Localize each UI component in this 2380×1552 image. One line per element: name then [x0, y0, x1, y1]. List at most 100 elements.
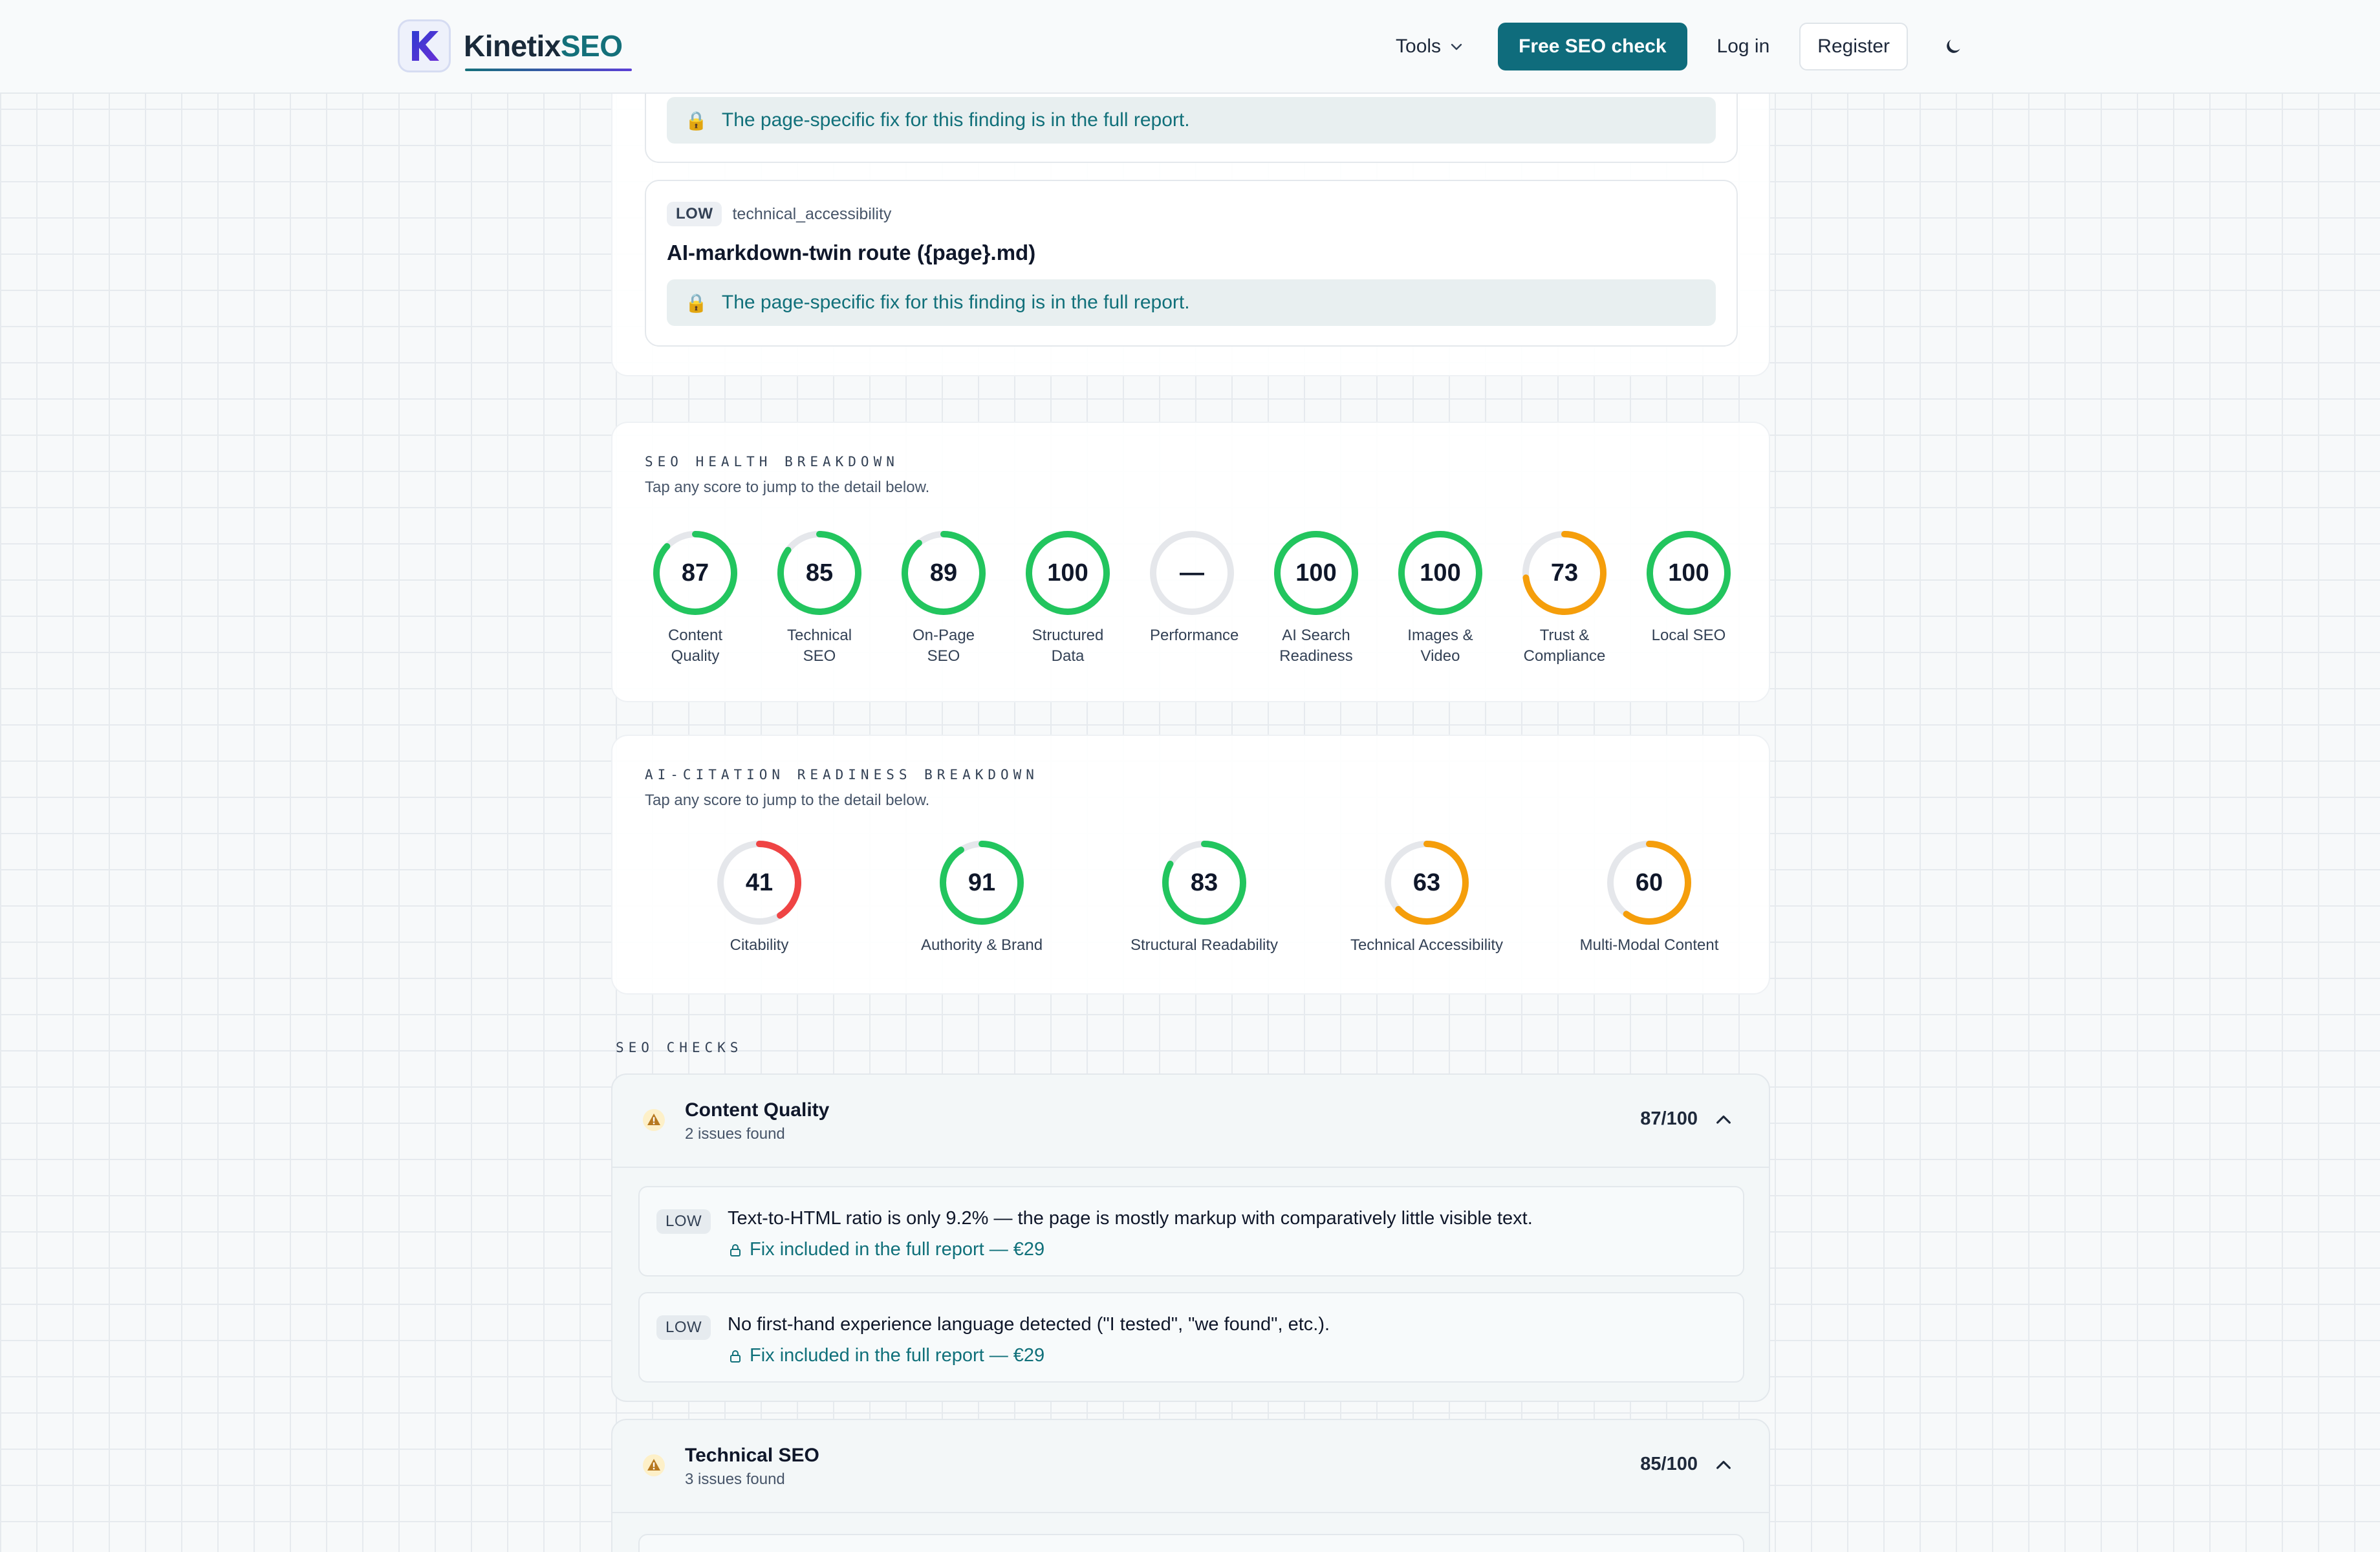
- score-label: Trust & Compliance: [1523, 627, 1606, 665]
- tools-menu[interactable]: Tools: [1396, 36, 1464, 58]
- score-ring-item[interactable]: 63 Technical Accessibility: [1315, 839, 1538, 956]
- moon-icon: [1947, 39, 1960, 53]
- severity-badge: LOW: [667, 202, 722, 226]
- score-value: 87: [681, 559, 709, 587]
- issue-item: LOW Text-to-HTML ratio is only 9.2% — th…: [638, 1186, 1744, 1277]
- score-label: Performance: [1150, 627, 1239, 644]
- check-group-header[interactable]: Technical SEO 3 issues found 85/100: [612, 1420, 1769, 1512]
- score-ring: 63: [1383, 839, 1470, 926]
- score-ring: 85: [776, 530, 863, 616]
- score-label: Multi-Modal Content: [1579, 936, 1719, 954]
- brand-name: KinetixSEO: [464, 28, 632, 71]
- score-value: 73: [1550, 559, 1579, 587]
- score-ring-item[interactable]: 85 Technical SEO: [757, 530, 882, 667]
- issue-item: LOW No first-hand experience language de…: [638, 1292, 1744, 1383]
- score-ring: 87: [652, 530, 739, 616]
- check-group-score: 87/100: [1640, 1108, 1698, 1129]
- issue-description: Text-to-HTML ratio is only 9.2% — the pa…: [728, 1208, 1533, 1229]
- chevron-down-icon: [1451, 43, 1462, 50]
- brand-name-part2: SEO: [560, 29, 623, 63]
- score-ring-item[interactable]: 100 Local SEO: [1627, 530, 1751, 667]
- free-seo-check-button[interactable]: Free SEO check: [1498, 23, 1687, 70]
- score-label: Technical SEO: [786, 627, 852, 665]
- score-ring-item[interactable]: 83 Structural Readability: [1093, 839, 1315, 956]
- score-ring-item[interactable]: 91 Authority & Brand: [871, 839, 1093, 956]
- check-group-issue-count: 3 issues found: [685, 1471, 785, 1488]
- finding-item: LOW technical_accessibility AI-markdown-…: [645, 180, 1738, 347]
- score-ring-item[interactable]: — Performance: [1130, 530, 1254, 667]
- score-label: Local SEO: [1651, 627, 1726, 644]
- ai-citation-breakdown-card: AI-CITATION READINESS BREAKDOWN Tap any …: [611, 735, 1770, 995]
- score-value: 100: [1047, 559, 1088, 587]
- dark-mode-toggle[interactable]: [1934, 27, 1973, 66]
- score-ring-item[interactable]: 87 Content Quality: [633, 530, 757, 667]
- score-label: Content Quality: [667, 627, 723, 665]
- fix-upsell-text: Fix included in the full report — €29: [750, 1345, 1045, 1366]
- fix-upsell-link[interactable]: Fix included in the full report — €29: [728, 1239, 1044, 1260]
- score-ring-item[interactable]: 89 On-Page SEO: [882, 530, 1006, 667]
- score-label: Citability: [730, 936, 789, 954]
- score-ring: 100: [1273, 530, 1359, 616]
- tools-menu-label: Tools: [1396, 36, 1442, 57]
- divider: [612, 1512, 1769, 1513]
- score-value: 63: [1412, 868, 1441, 896]
- score-ring: 41: [716, 839, 803, 926]
- score-label: On-Page SEO: [912, 627, 975, 665]
- logo-mark-icon: [398, 19, 451, 72]
- score-ring: 100: [1024, 530, 1111, 616]
- finding-category: technical_accessibility: [732, 204, 892, 223]
- score-value: 100: [1420, 559, 1461, 587]
- score-label: Images & Video: [1407, 627, 1473, 665]
- score-ring: —: [1149, 530, 1235, 616]
- score-label: Authority & Brand: [920, 936, 1043, 954]
- score-value: 60: [1635, 868, 1663, 896]
- divider: [612, 1167, 1769, 1168]
- locked-fix-text: The page-specific fix for this finding i…: [721, 292, 1190, 313]
- score-ring-item[interactable]: 100 Structured Data: [1006, 530, 1130, 667]
- check-group-header[interactable]: Content Quality 2 issues found 87/100: [612, 1075, 1769, 1167]
- lock-icon: 🔒: [685, 110, 708, 131]
- fix-upsell-link[interactable]: Fix included in the full report — €29: [728, 1345, 1044, 1366]
- score-ring-item[interactable]: 100 AI Search Readiness: [1254, 530, 1378, 667]
- score-label: Structured Data: [1032, 627, 1104, 665]
- login-link[interactable]: Log in: [1717, 36, 1770, 58]
- brand-logo[interactable]: KinetixSEO: [398, 19, 632, 72]
- score-label: AI Search Readiness: [1279, 627, 1353, 665]
- severity-badge: LOW: [656, 1209, 711, 1234]
- score-ring: 100: [1645, 530, 1732, 616]
- chevron-up-icon[interactable]: [1713, 1455, 1734, 1476]
- score-ring-item[interactable]: 73 Trust & Compliance: [1502, 530, 1627, 667]
- brand-name-part1: Kinetix: [464, 29, 561, 63]
- score-value: 89: [929, 559, 958, 587]
- score-ring-item[interactable]: 41 Citability: [648, 839, 871, 956]
- ai-citation-subtitle: Tap any score to jump to the detail belo…: [645, 792, 930, 809]
- score-ring: 89: [900, 530, 987, 616]
- locked-fix-text: The page-specific fix for this finding i…: [721, 109, 1190, 131]
- check-group-content-quality: Content Quality 2 issues found 87/100 LO…: [611, 1073, 1770, 1402]
- main-nav: Tools Free SEO check Log in Register: [1396, 23, 1973, 70]
- score-ring: 83: [1161, 839, 1248, 926]
- ai-citation-heading: AI-CITATION READINESS BREAKDOWN: [645, 767, 1039, 782]
- ai-citation-score-rings: 41 Citability 91 Authority & Brand 83 Structu…: [648, 839, 1769, 956]
- score-ring: 91: [938, 839, 1025, 926]
- score-value: 41: [745, 868, 774, 896]
- score-value: 100: [1295, 559, 1337, 587]
- score-value: 100: [1668, 559, 1709, 587]
- seo-health-score-rings: 87 Content Quality 85 Technical SEO 89 On-Pag…: [633, 530, 1769, 667]
- score-ring: 73: [1521, 530, 1608, 616]
- check-group-score: 85/100: [1640, 1454, 1698, 1474]
- issue-item: [638, 1534, 1744, 1552]
- score-ring-item[interactable]: 100 Images & Video: [1378, 530, 1502, 667]
- lock-icon: 🔒: [685, 292, 708, 313]
- register-button[interactable]: Register: [1799, 23, 1908, 70]
- check-group-title: Content Quality: [685, 1099, 830, 1121]
- warning-icon: [643, 1109, 665, 1131]
- chevron-up-icon[interactable]: [1713, 1110, 1734, 1130]
- score-ring-item[interactable]: 60 Multi-Modal Content: [1538, 839, 1760, 956]
- score-value: 83: [1190, 868, 1218, 896]
- score-ring: 100: [1397, 530, 1484, 616]
- lock-icon: [730, 1244, 741, 1256]
- score-value: 85: [805, 559, 834, 587]
- check-group-title: Technical SEO: [685, 1445, 819, 1466]
- locked-fix-note: 🔒 The page-specific fix for this finding…: [667, 97, 1716, 144]
